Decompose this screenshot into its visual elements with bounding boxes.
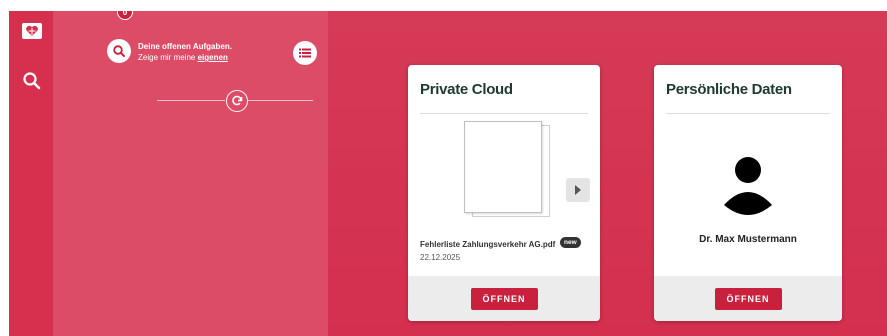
tasks-line2-prefix: Zeige mir meine (138, 53, 196, 62)
card-footer: ÖFFNEN (654, 276, 842, 321)
divider (248, 100, 313, 101)
tasks-line2: Zeige mir meine eigenen (138, 52, 232, 63)
search-icon (113, 45, 125, 57)
user-name: Dr. Max Mustermann (699, 234, 797, 245)
card-divider (420, 113, 588, 114)
tasks-message: Deine offenen Aufgaben. Zeige mir meine … (138, 41, 232, 63)
task-list-button[interactable] (293, 41, 317, 65)
open-cloud-button[interactable]: ÖFFNEN (470, 287, 538, 310)
list-icon (299, 48, 311, 58)
card-footer: ÖFFNEN (408, 276, 600, 321)
card-divider (666, 113, 830, 114)
task-count-badge: 0 (117, 11, 133, 20)
file-date: 22.12.2025 (420, 253, 461, 262)
card-title: Persönliche Daten (666, 81, 792, 98)
search-icon[interactable] (22, 71, 42, 91)
document-thumbnail[interactable] (464, 121, 550, 217)
divider (157, 100, 225, 101)
file-name[interactable]: Fehlerliste Zahlungsverkehr AG.pdf (420, 240, 555, 249)
open-personal-button[interactable]: ÖFFNEN (714, 287, 782, 310)
user-icon (724, 155, 772, 215)
refresh-button[interactable] (226, 90, 248, 112)
new-badge: new (560, 237, 581, 248)
task-search-button[interactable] (107, 39, 131, 63)
heart-logo-icon[interactable] (22, 23, 42, 39)
play-arrow-icon (575, 185, 581, 195)
personal-data-card: Persönliche Daten Dr. Max Mustermann ÖFF… (654, 65, 842, 321)
card-title: Private Cloud (420, 81, 513, 98)
private-cloud-card: Private Cloud Fehlerliste Zahlungsverkeh… (408, 65, 600, 321)
own-tasks-link[interactable]: eigenen (198, 53, 228, 62)
left-rail (9, 11, 53, 336)
tasks-line1: Deine offenen Aufgaben. (138, 42, 232, 51)
next-file-button[interactable] (566, 178, 590, 202)
refresh-icon (232, 95, 243, 106)
tasks-panel: 0 Deine offenen Aufgaben. Zeige mir mein… (53, 11, 328, 336)
